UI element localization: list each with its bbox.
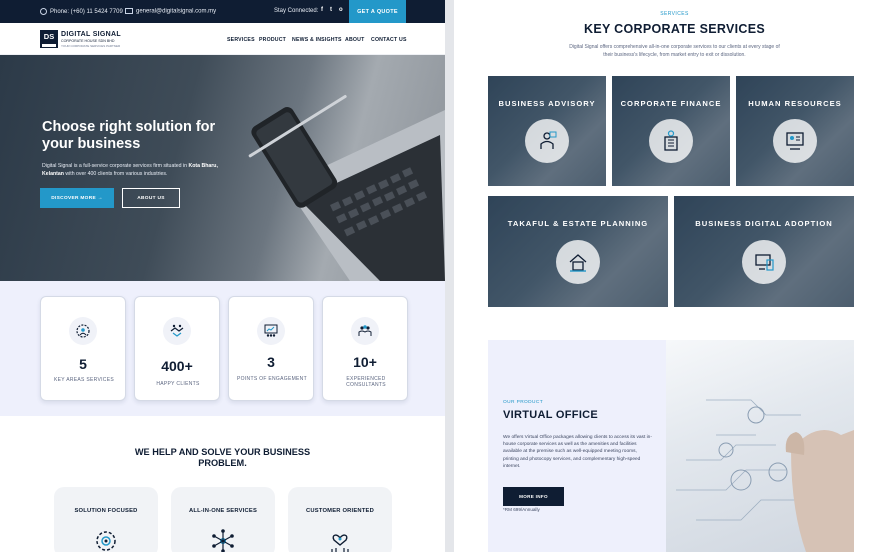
service-card-business-digital-adoption[interactable]: BUSINESS DIGITAL ADOPTION	[674, 196, 854, 307]
advisor-icon	[525, 119, 569, 163]
phone-text: Phone: (+60) 11 5424 7709	[50, 9, 123, 16]
settings-people-icon	[69, 317, 97, 345]
service-card-business-advisory[interactable]: BUSINESS ADVISORY	[488, 76, 606, 186]
service-card-corporate-finance[interactable]: CORPORATE FINANCE	[612, 76, 730, 186]
stat-label: HAPPY CLIENTS	[156, 381, 200, 387]
services-title: KEY CORPORATE SERVICES	[584, 22, 765, 36]
about-us-button[interactable]: ABOUT US	[122, 188, 180, 208]
more-info-button[interactable]: MORE INFO	[503, 487, 564, 506]
nav-about[interactable]: ABOUT	[345, 37, 364, 43]
feature-label: SOLUTION FOCUSED	[74, 508, 138, 514]
presentation-icon	[257, 317, 285, 345]
get-quote-button[interactable]: GET A QUOTE	[349, 0, 406, 23]
stat-value: 3	[267, 354, 275, 370]
logo-subtitle: CORPORATE HOUSE SDN BHD	[61, 39, 115, 43]
finance-building-icon	[649, 119, 693, 163]
nav-news-insights[interactable]: NEWS & INSIGHTS	[292, 37, 342, 43]
network-icon	[212, 529, 234, 552]
services-eyebrow: SERVICES	[660, 11, 689, 17]
gear-target-icon	[96, 531, 116, 551]
virtual-office-title: VIRTUAL OFFICE	[503, 409, 599, 421]
nav-services[interactable]: SERVICES	[227, 37, 255, 43]
stat-label: POINTS OF ENGAGEMENT	[237, 376, 307, 382]
service-label: CORPORATE FINANCE	[620, 99, 722, 108]
stat-card: 5 KEY AREAS SERVICES	[40, 296, 126, 401]
logo-tagline: YOUR CORPORATE SERVICES PARTNER	[61, 44, 121, 48]
service-card-takaful-estate-planning[interactable]: TAKAFUL & ESTATE PLANNING	[488, 196, 668, 307]
feature-card: SOLUTION FOCUSED	[54, 487, 158, 552]
services-description: Digital Signal offers comprehensive all-…	[569, 44, 780, 58]
service-label: BUSINESS ADVISORY	[498, 99, 596, 108]
nav-contact-us[interactable]: CONTACT US	[371, 37, 407, 43]
virtual-office-description: We offers Virtual Office packages allowi…	[503, 435, 652, 469]
stat-label: KEY AREAS SERVICES	[54, 377, 114, 383]
service-card-human-resources[interactable]: HUMAN RESOURCES	[736, 76, 854, 186]
team-icon	[351, 317, 379, 345]
digital-hand-illustration	[676, 399, 854, 552]
instagram-icon[interactable]: o	[339, 7, 343, 13]
stay-connected-label: Stay Connected:	[274, 8, 319, 14]
help-section-title: WE HELP AND SOLVE YOUR BUSINESS PROBLEM.	[134, 447, 311, 468]
hr-profile-icon	[773, 119, 817, 163]
virtual-office-image	[666, 340, 854, 552]
virtual-office-price: *RM 699/Annually	[503, 507, 540, 512]
service-label: TAKAFUL & ESTATE PLANNING	[507, 219, 649, 228]
top-contact-bar: Phone: (+60) 11 5424 7709 general@digita…	[0, 0, 445, 23]
twitter-icon[interactable]: t	[330, 7, 332, 13]
left-page-preview: Phone: (+60) 11 5424 7709 general@digita…	[0, 0, 445, 552]
stat-card: 400+ HAPPY CLIENTS	[134, 296, 220, 401]
discover-more-button[interactable]: DISCOVER MORE →	[40, 188, 114, 208]
hero-description: Digital Signal is a full-service corpora…	[42, 163, 218, 177]
stat-card: 3 POINTS OF ENGAGEMENT	[228, 296, 314, 401]
phone-contact[interactable]: Phone: (+60) 11 5424 7709	[40, 8, 123, 15]
feature-label: CUSTOMER ORIENTED	[305, 508, 375, 514]
handshake-icon	[163, 317, 191, 345]
feature-label: ALL-IN-ONE SERVICES	[188, 508, 258, 514]
stat-label: EXPERIENCED CONSULTANTS	[346, 376, 386, 388]
heart-people-icon	[331, 534, 349, 552]
estate-house-icon	[556, 240, 600, 284]
stat-card: 10+ EXPERIENCED CONSULTANTS	[322, 296, 408, 401]
phone-icon	[40, 8, 47, 15]
virtual-office-eyebrow: OUR PRODUCT	[503, 400, 544, 405]
facebook-icon[interactable]: f	[321, 7, 323, 13]
panel-divider	[445, 0, 454, 552]
hero-title: Choose right solution for your business	[42, 119, 216, 152]
right-page-preview: SERVICES KEY CORPORATE SERVICES Digital …	[454, 0, 895, 552]
nav-product[interactable]: PRODUCT	[259, 37, 286, 43]
mail-icon	[125, 8, 133, 14]
logo-mark[interactable]: DS	[40, 30, 58, 48]
service-label: HUMAN RESOURCES	[748, 99, 842, 108]
logo-name: DIGITAL SIGNAL	[61, 31, 121, 38]
stat-value: 10+	[353, 354, 377, 370]
email-text: general@digitalsignal.com.my	[136, 8, 217, 15]
feature-card: ALL-IN-ONE SERVICES	[171, 487, 275, 552]
stat-value: 400+	[161, 358, 193, 374]
email-contact[interactable]: general@digitalsignal.com.my	[125, 8, 216, 15]
feature-card: CUSTOMER ORIENTED	[288, 487, 392, 552]
digital-devices-icon	[742, 240, 786, 284]
service-label: BUSINESS DIGITAL ADOPTION	[695, 219, 833, 228]
stat-value: 5	[79, 356, 87, 372]
